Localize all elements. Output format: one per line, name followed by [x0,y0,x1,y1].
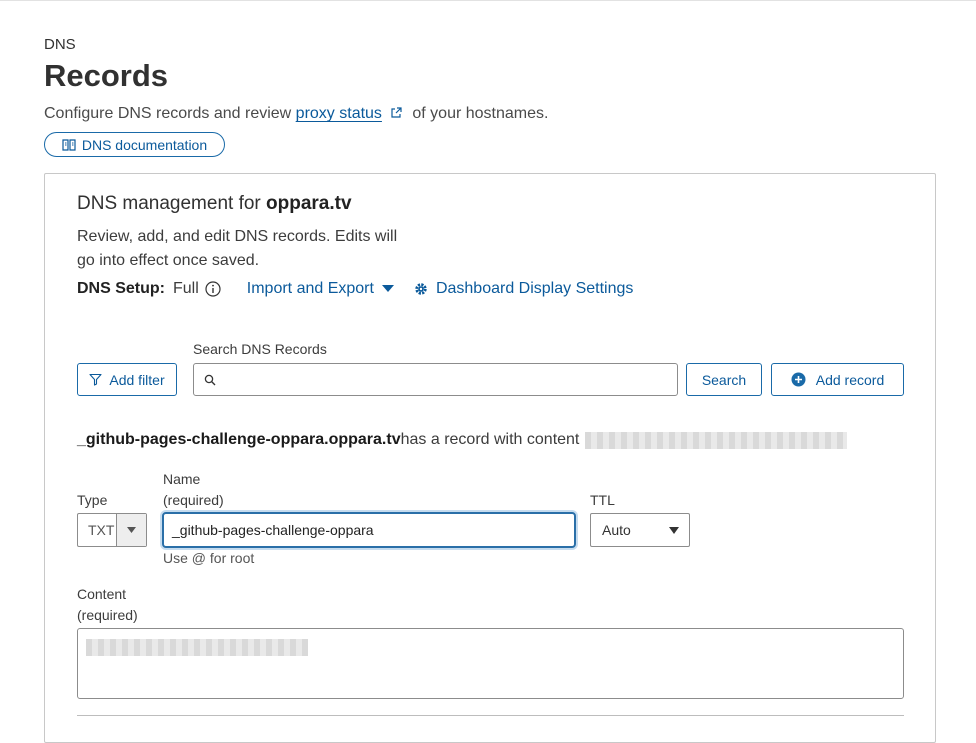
redacted-content-preview [585,431,848,449]
name-hint: Use @ for root [163,550,255,566]
info-icon[interactable] [205,281,221,297]
dns-management-card: DNS management for oppara.tv Review, add… [44,173,936,743]
type-select-value: TXT [88,522,115,538]
record-heading: _github-pages-challenge-oppara.oppara.tv… [77,431,848,449]
name-label: Name (required) [163,469,224,511]
caret-down-icon [381,285,394,292]
external-link-icon[interactable] [390,107,402,119]
name-required-text: (required) [163,492,224,508]
subtitle-text-before: Configure DNS records and review [44,105,296,122]
section-divider [77,715,904,716]
search-dns-records-field[interactable] [193,363,678,396]
subtitle-text-after: of your hostnames. [407,105,549,122]
record-message: has a record with content [400,431,580,448]
search-label: Search DNS Records [193,341,327,357]
card-title: DNS management for oppara.tv [77,193,352,215]
dns-setup-label: DNS Setup: [77,280,165,297]
type-select-caret[interactable] [116,514,146,546]
zone-domain: oppara.tv [266,193,352,214]
section-eyebrow: DNS [44,36,76,53]
content-label-text: Content [77,586,127,602]
type-select[interactable]: TXT [77,513,147,547]
add-record-button[interactable]: Add record [771,363,904,396]
plus-circle-icon [791,372,806,387]
search-icon [204,374,216,385]
name-input[interactable]: _github-pages-challenge-oppara [162,512,576,548]
proxy-status-link[interactable]: proxy status [296,105,382,122]
content-label: Content (required) [77,584,138,626]
caret-down-icon [669,526,679,534]
search-input[interactable] [224,370,668,389]
ttl-label: TTL [590,492,615,508]
add-record-label: Add record [815,371,885,388]
ttl-select[interactable]: Auto [590,513,690,547]
search-button[interactable]: Search [686,363,762,396]
redacted-content-value [86,639,308,656]
type-label: Type [77,492,108,508]
name-input-value: _github-pages-challenge-oppara [172,522,374,538]
page-title: Records [44,58,169,93]
ttl-select-value: Auto [602,522,631,538]
add-filter-label: Add filter [109,371,165,388]
top-border [0,0,976,1]
name-label-text: Name [163,471,201,487]
book-icon [62,138,76,151]
card-description: Review, add, and edit DNS records. Edits… [77,228,398,269]
dashboard-display-settings-label: Dashboard Display Settings [435,280,634,297]
dns-documentation-button[interactable]: DNS documentation [44,132,225,157]
import-export-label: Import and Export [246,280,374,297]
card-title-prefix: DNS management for [77,193,267,214]
dashboard-display-settings-button[interactable]: Dashboard Display Settings [414,280,633,298]
add-filter-button[interactable]: Add filter [77,363,177,396]
dns-setup-value: Full [173,280,199,297]
filter-icon [89,373,102,386]
page-subtitle: Configure DNS records and review proxy s… [44,105,548,123]
content-required-text: (required) [77,607,138,623]
caret-down-icon [127,527,136,533]
gear-icon [415,283,427,295]
dns-setup-row: DNS Setup: Full Import and Export Dashbo… [77,280,633,298]
dns-documentation-label: DNS documentation [81,136,208,153]
content-textarea[interactable] [77,628,904,699]
import-export-button[interactable]: Import and Export [247,280,394,298]
record-hostname: _github-pages-challenge-oppara.oppara.tv [77,431,401,448]
